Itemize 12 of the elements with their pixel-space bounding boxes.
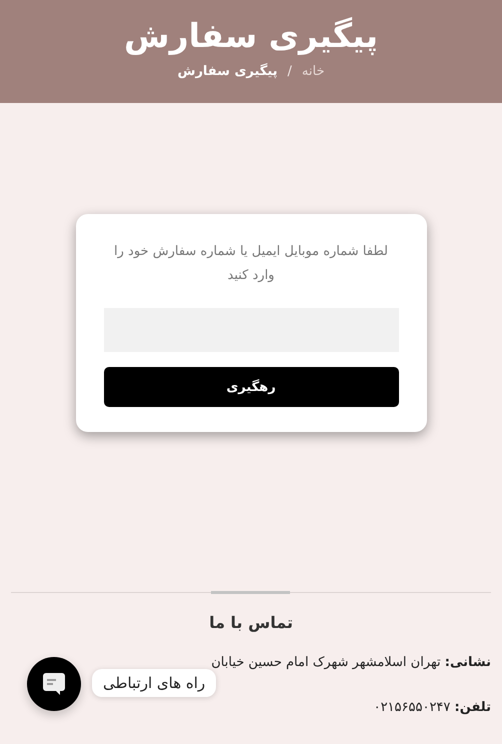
chat-icon xyxy=(42,671,66,697)
phone-text: تلفن: ۰۲۱۵۶۵۵۰۲۴۷ xyxy=(374,700,491,715)
track-button[interactable]: رهگیری xyxy=(104,367,398,407)
page-title: پیگیری سفارش xyxy=(124,15,378,58)
breadcrumb-link[interactable]: خانه xyxy=(302,64,325,79)
breadcrumb-separator: / xyxy=(288,64,292,79)
breadcrumb-link[interactable]: پیگیری سفارش xyxy=(178,64,278,79)
instruction-text: لطفا شماره موبایل ایمیل یا شماره سفارش خود را وارد کنید xyxy=(113,243,389,285)
section-title: تماس با ما xyxy=(209,613,293,632)
chat-button[interactable] xyxy=(27,657,81,711)
chat-tooltip: راه های ارتباطی xyxy=(92,669,216,697)
address-text: نشانی: تهران اسلامشهر شهرک امام حسین خیابان xyxy=(211,655,491,670)
